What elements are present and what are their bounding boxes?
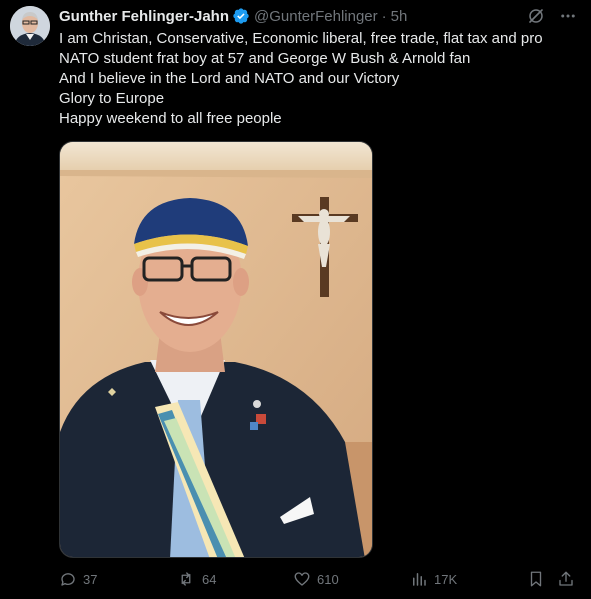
share-icon	[559, 571, 573, 586]
author-name[interactable]: Gunther Fehlinger-Jahn	[59, 8, 229, 25]
like-button[interactable]: 610	[293, 570, 339, 588]
timestamp[interactable]: 5h	[391, 8, 408, 25]
tweet-text: I am Christan, Conservative, Economic li…	[59, 29, 579, 129]
heart-icon	[294, 572, 310, 586]
reply-count: 37	[83, 571, 98, 587]
verified-badge-icon	[233, 8, 249, 24]
reply-icon	[61, 573, 75, 586]
repost-icon	[181, 572, 191, 586]
more-icon[interactable]	[559, 7, 577, 25]
like-count: 610	[317, 571, 339, 587]
action-bar: 37 64 610 17K	[59, 570, 579, 592]
repost-count: 64	[202, 571, 217, 587]
separator-dot: ·	[381, 7, 387, 25]
tweet-header: Gunther Fehlinger-Jahn @GunterFehlinger …	[59, 6, 407, 26]
author-handle[interactable]: @GunterFehlinger	[254, 8, 378, 25]
avatar[interactable]	[10, 6, 50, 46]
tweet-photo[interactable]	[59, 141, 373, 558]
tweet-top-actions	[527, 7, 577, 25]
repost-button[interactable]: 64	[176, 570, 216, 588]
tweet-text-line: Glory to Europe	[59, 90, 165, 107]
tweet-text-line: And I believe in the Lord and NATO and o…	[59, 70, 400, 87]
views-count: 17K	[434, 571, 458, 587]
bookmark-icon	[530, 571, 542, 587]
analytics-icon	[413, 573, 426, 586]
grok-icon[interactable]	[527, 7, 545, 25]
share-button[interactable]	[557, 570, 575, 588]
tweet: Gunther Fehlinger-Jahn @GunterFehlinger …	[0, 0, 591, 599]
tweet-text-line: I am Christan, Conservative, Economic li…	[59, 30, 543, 47]
views-button[interactable]: 17K	[410, 570, 457, 588]
reply-button[interactable]: 37	[59, 570, 97, 588]
tweet-text-line: Happy weekend to all free people	[59, 110, 282, 127]
tweet-text-line: NATO student frat boy at 57 and George W…	[59, 50, 471, 67]
bookmark-button[interactable]	[527, 570, 545, 588]
